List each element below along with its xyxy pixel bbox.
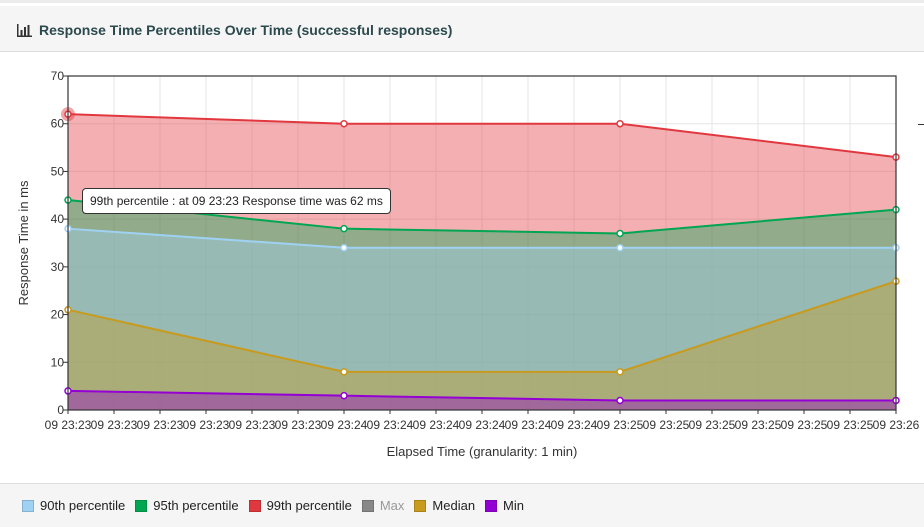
y-tick-label: 70	[51, 69, 65, 83]
legend-swatch	[248, 499, 261, 512]
legend-swatch	[361, 499, 374, 512]
response-time-percentiles-panel: Response Time Percentiles Over Time (suc…	[0, 0, 924, 527]
x-tick-label: 09 23:23	[91, 418, 138, 432]
legend-label: Max	[379, 498, 405, 513]
data-point-min[interactable]	[616, 396, 624, 405]
x-tick-label: 09 23:23	[183, 418, 230, 432]
x-tick-label: 09 23:25	[597, 418, 644, 432]
chart-legend: 90th percentile 95th percentile 99th perce…	[22, 498, 524, 513]
legend-item-90th-percentile[interactable]: 90th percentile	[22, 498, 125, 513]
y-tick-label: 30	[51, 260, 65, 274]
bar-chart-icon	[17, 24, 32, 37]
data-point-99th-percentile[interactable]	[616, 119, 624, 128]
legend-item-median[interactable]: Median	[414, 498, 475, 513]
x-tick-label: 09 23:24	[505, 418, 552, 432]
data-point-95th-percentile[interactable]	[616, 229, 624, 238]
chart-area: 0 10 20 30 40 50 60 70 09 23:23 09 23:23 09 23:23 0…	[0, 52, 924, 483]
y-tick-label: 40	[51, 212, 65, 226]
legend-label: 95th percentile	[153, 498, 239, 513]
y-axis-edge-tick	[918, 124, 924, 125]
percentiles-chart[interactable]: 01020304050607009 23:23 09 23:23 09 23:23 0…	[0, 52, 924, 483]
panel-heading: Response Time Percentiles Over Time (suc…	[0, 6, 924, 52]
data-point-median[interactable]	[616, 368, 624, 376]
y-axis-title: Response Time in ms	[16, 180, 31, 305]
x-tick-label: 09 23:25	[781, 418, 828, 432]
legend-label: 90th percentile	[40, 498, 126, 513]
data-point-median[interactable]	[340, 368, 348, 376]
legend-item-max[interactable]: Max	[361, 498, 405, 513]
x-tick-label: 09 23:25	[735, 418, 782, 432]
x-tick-label: 09 23:24	[459, 418, 506, 432]
legend-swatch	[485, 499, 498, 512]
x-axis-title: Elapsed Time (granularity: 1 min)	[387, 444, 578, 459]
x-tick-label: 09 23:25	[827, 418, 874, 432]
legend-swatch	[22, 499, 34, 512]
x-tick-label: 09 23:23	[137, 418, 184, 432]
y-tick-label: 50	[51, 164, 65, 178]
legend-swatch	[414, 499, 427, 512]
x-tick-label: 09 23:23	[45, 418, 92, 432]
legend-swatch	[135, 499, 148, 512]
x-tick-label: 09 23:23	[275, 418, 322, 432]
x-tick-label: 09 23:25	[643, 418, 690, 432]
x-tick-label: 09 23:26	[873, 418, 920, 432]
legend-bar: 90th percentile 95th percentile 99th perce…	[0, 483, 924, 527]
data-point-90th-percentile[interactable]	[340, 244, 348, 252]
y-tick-label: 60	[51, 117, 65, 131]
data-point-min[interactable]	[340, 391, 348, 400]
x-tick-label: 09 23:24	[367, 418, 414, 432]
data-point-99th-percentile[interactable]	[340, 119, 348, 128]
x-tick-label: 09 23:24	[551, 418, 598, 432]
y-tick-label: 20	[51, 308, 65, 322]
data-point-tooltip: 99th percentile : at 09 23:23 Response t…	[82, 188, 391, 214]
panel-title[interactable]: Response Time Percentiles Over Time (suc…	[39, 22, 452, 38]
legend-label: Median	[432, 498, 476, 513]
legend-item-95th-percentile[interactable]: 95th percentile	[135, 498, 239, 513]
x-tick-label: 09 23:24	[413, 418, 460, 432]
data-point-95th-percentile[interactable]	[340, 224, 348, 233]
x-tick-label: 09 23:24	[321, 418, 368, 432]
y-tick-label: 0	[57, 403, 64, 417]
data-point-90th-percentile[interactable]	[616, 244, 624, 252]
legend-item-99th-percentile[interactable]: 99th percentile	[248, 498, 352, 513]
y-tick-label: 10	[51, 355, 65, 369]
legend-item-min[interactable]: Min	[485, 498, 524, 513]
x-tick-label: 09 23:25	[689, 418, 736, 432]
legend-label: 99th percentile	[266, 498, 352, 513]
x-tick-label: 09 23:23	[229, 418, 276, 432]
legend-label: Min	[503, 498, 524, 513]
